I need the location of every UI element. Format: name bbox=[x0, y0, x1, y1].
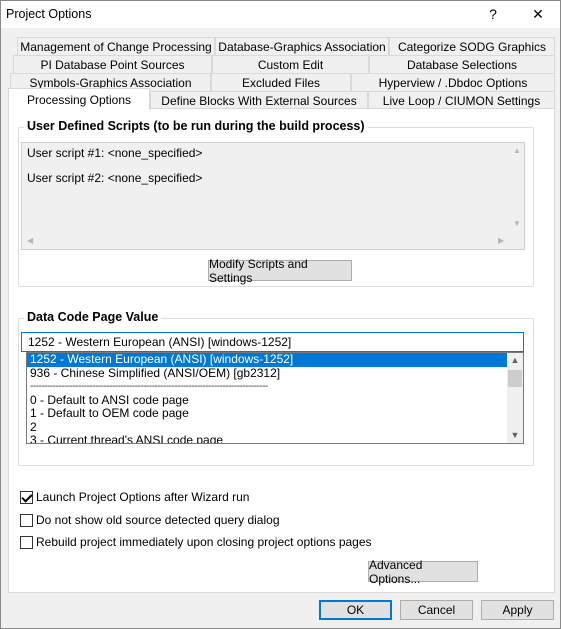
code-page-list[interactable]: 1252 - Western European (ANSI) [windows-… bbox=[26, 352, 524, 444]
user-scripts-group: User Defined Scripts (to be run during t… bbox=[18, 119, 534, 287]
list-item[interactable]: 3 - Current thread's ANSI code page bbox=[27, 434, 508, 443]
user-scripts-group-title: User Defined Scripts (to be run during t… bbox=[24, 119, 368, 133]
list-item[interactable]: 0 - Default to ANSI code page bbox=[27, 393, 508, 408]
checkbox-label: Do not show old source detected query di… bbox=[36, 513, 280, 527]
tab-custom-edit[interactable]: Custom Edit bbox=[212, 55, 369, 73]
list-item[interactable]: 936 - Chinese Simplified (ANSI/OEM) [gb2… bbox=[27, 366, 508, 381]
list-item[interactable]: 1252 - Western European (ANSI) [windows-… bbox=[27, 353, 508, 367]
code-page-combo-input[interactable]: 1252 - Western European (ANSI) [windows-… bbox=[21, 332, 524, 352]
rebuild-project-checkbox[interactable] bbox=[20, 535, 33, 549]
scroll-up-icon[interactable]: ▲ bbox=[513, 146, 521, 155]
rebuild-project-checkbox-row[interactable]: Rebuild project immediately upon closing… bbox=[20, 535, 372, 549]
scroll-up-icon[interactable]: ▲ bbox=[507, 355, 523, 365]
checkbox-label: Launch Project Options after Wizard run bbox=[36, 490, 250, 504]
tab-categorize-sodg-graphics[interactable]: Categorize SODG Graphics bbox=[389, 37, 555, 55]
scroll-left-icon[interactable]: ◀ bbox=[27, 236, 33, 245]
launch-project-options-checkbox-row[interactable]: Launch Project Options after Wizard run bbox=[20, 490, 249, 504]
tab-pi-database-point-sources[interactable]: PI Database Point Sources bbox=[13, 55, 212, 73]
user-script-1: User script #1: <none_specified> bbox=[27, 146, 203, 160]
apply-button[interactable]: Apply bbox=[481, 600, 554, 620]
help-icon[interactable]: ? bbox=[473, 1, 513, 27]
hide-old-source-query-checkbox-row[interactable]: Do not show old source detected query di… bbox=[20, 513, 280, 527]
tab-excluded-files[interactable]: Excluded Files bbox=[211, 73, 351, 91]
tab-database-graphics-association[interactable]: Database-Graphics Association bbox=[215, 37, 389, 55]
tab-hyperview-dbdoc-options[interactable]: Hyperview / .Dbdoc Options bbox=[351, 73, 555, 91]
user-scripts-list[interactable]: User script #1: <none_specified> User sc… bbox=[21, 142, 525, 250]
title-bar: Project Options ? ✕ bbox=[1, 1, 560, 28]
advanced-options-button[interactable]: Advanced Options... bbox=[368, 558, 478, 586]
scroll-right-icon[interactable]: ▶ bbox=[498, 236, 504, 245]
user-script-2: User script #2: <none_specified> bbox=[27, 171, 203, 185]
list-item[interactable]: 1 - Default to OEM code page bbox=[27, 407, 508, 421]
project-options-dialog: Project Options ? ✕ Management of Change… bbox=[0, 0, 561, 629]
scroll-down-icon[interactable]: ▼ bbox=[507, 430, 523, 440]
list-item[interactable]: 2 bbox=[27, 420, 508, 435]
launch-project-options-checkbox[interactable] bbox=[20, 490, 33, 504]
tab-database-selections[interactable]: Database Selections bbox=[369, 55, 555, 73]
code-page-scrollbar[interactable]: ▲ ▼ bbox=[507, 353, 523, 443]
scrollbar-thumb[interactable] bbox=[508, 370, 522, 387]
hide-old-source-query-checkbox[interactable] bbox=[20, 513, 33, 527]
code-page-group-title: Data Code Page Value bbox=[24, 310, 162, 324]
scroll-down-icon[interactable]: ▼ bbox=[513, 219, 521, 228]
ok-button[interactable]: OK bbox=[319, 600, 392, 620]
list-item-separator: ----------------------------------------… bbox=[30, 381, 268, 392]
checkbox-label: Rebuild project immediately upon closing… bbox=[36, 535, 372, 549]
tab-live-loop-ciumon-settings[interactable]: Live Loop / CIUMON Settings bbox=[368, 91, 555, 109]
close-icon[interactable]: ✕ bbox=[518, 1, 558, 27]
window-title: Project Options bbox=[6, 7, 92, 21]
cancel-button[interactable]: Cancel bbox=[400, 600, 473, 620]
modify-scripts-button[interactable]: Modify Scripts and Settings bbox=[208, 257, 352, 285]
tab-processing-options[interactable]: Processing Options bbox=[8, 88, 150, 110]
tab-management-of-change-processing[interactable]: Management of Change Processing bbox=[17, 37, 215, 55]
tab-define-blocks-with-external-sources[interactable]: Define Blocks With External Sources bbox=[150, 91, 368, 109]
